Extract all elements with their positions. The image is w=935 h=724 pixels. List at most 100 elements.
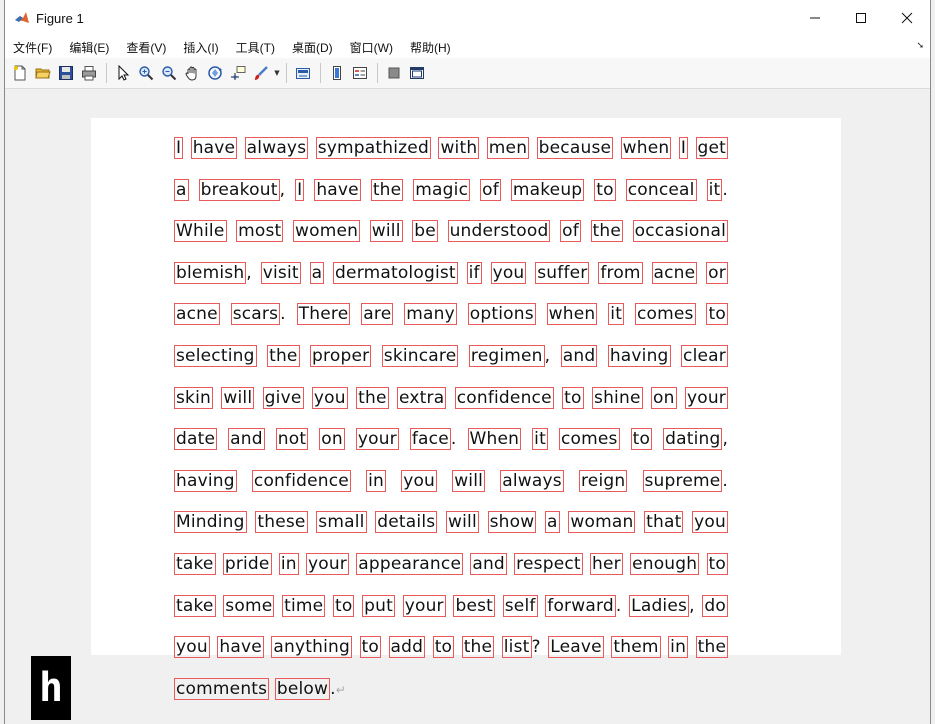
word-box: details <box>375 511 438 534</box>
word-box: be <box>412 220 438 243</box>
word-box: the <box>356 386 389 409</box>
word-box: in <box>278 552 299 575</box>
legend-button[interactable] <box>349 62 371 84</box>
print-button[interactable] <box>78 62 100 84</box>
word-box: I <box>678 137 689 159</box>
toolbar-separator <box>286 63 287 83</box>
title-bar[interactable]: Figure 1 <box>5 0 930 36</box>
word-box: add <box>388 636 426 659</box>
menu-desktop[interactable]: 桌面(D) <box>292 39 333 56</box>
word-box: Minding <box>174 511 247 534</box>
brush-button[interactable] <box>250 62 272 84</box>
word-box: to <box>594 178 616 201</box>
word-box: and <box>470 552 507 575</box>
word-box: your <box>684 386 728 409</box>
word-box: give <box>262 386 304 409</box>
word-box: of <box>480 178 501 201</box>
word-box: understood <box>447 220 551 243</box>
punctuation: . <box>615 595 622 616</box>
punctuation: , <box>722 429 729 450</box>
link-plot-button[interactable] <box>292 62 314 84</box>
word-box: to <box>359 636 382 659</box>
word-box: self <box>502 594 538 617</box>
word-box: skin <box>174 386 213 409</box>
word-box: have <box>217 636 264 659</box>
word-box: enough <box>630 552 700 575</box>
word-box: pride <box>222 552 272 575</box>
zoom-in-icon <box>139 66 154 81</box>
punctuation: , <box>544 345 551 366</box>
word-box: when <box>546 303 598 326</box>
word-box: best <box>453 594 496 617</box>
word-box: Leave <box>548 636 604 659</box>
word-box: it <box>532 428 548 451</box>
word-box: the <box>461 636 495 659</box>
zoom-out-button[interactable] <box>158 62 180 84</box>
maximize-icon <box>856 13 866 23</box>
word-box: take <box>174 594 216 617</box>
new-figure-button[interactable] <box>9 62 31 84</box>
menu-view[interactable]: 查看(V) <box>126 39 166 56</box>
minimize-button[interactable] <box>792 0 838 36</box>
figure-axes[interactable]: I have always sympathized with men becau… <box>91 118 841 700</box>
open-file-button[interactable] <box>32 62 54 84</box>
word-box: date <box>174 428 218 451</box>
word-box: it <box>706 178 723 201</box>
rotate-3d-button[interactable] <box>204 62 226 84</box>
hide-plot-tools-button[interactable] <box>383 62 405 84</box>
word-box: When <box>467 428 522 451</box>
menu-file[interactable]: 文件(F) <box>13 39 52 56</box>
word-box: take <box>174 552 216 575</box>
word-box: with <box>438 137 480 159</box>
word-box: dating <box>663 428 723 451</box>
punctuation: . <box>450 429 457 450</box>
brush-icon <box>255 66 268 80</box>
menu-insert[interactable]: 插入(I) <box>183 39 218 56</box>
logo-letter: h <box>38 665 64 711</box>
pan-button[interactable] <box>181 62 203 84</box>
word-box: comes <box>558 428 620 451</box>
word-box: you <box>174 636 210 659</box>
show-plot-tools-button[interactable] <box>406 62 428 84</box>
word-box: most <box>236 220 284 243</box>
word-box: it <box>608 303 625 326</box>
word-box: have <box>190 137 238 159</box>
punctuation: , <box>279 179 286 200</box>
word-box: many <box>404 303 457 326</box>
menu-window[interactable]: 窗口(W) <box>350 39 393 56</box>
brush-dropdown-icon[interactable]: ▼ <box>273 69 281 77</box>
pointer-button[interactable] <box>112 62 134 84</box>
word-box: a <box>545 511 560 534</box>
word-box: makeup <box>510 178 585 201</box>
menu-edit[interactable]: 编辑(E) <box>69 39 109 56</box>
word-box: to <box>333 594 355 617</box>
word-box: get <box>695 137 729 159</box>
dock-arrow-icon[interactable]: ➘ <box>916 41 924 51</box>
word-box: when <box>620 137 672 159</box>
data-cursor-button[interactable] <box>227 62 249 84</box>
paragraph-mark: ↵ <box>335 682 346 697</box>
menu-tools[interactable]: 工具(T) <box>236 39 275 56</box>
close-button[interactable] <box>884 0 930 36</box>
word-box: There <box>296 303 351 326</box>
word-box: that <box>644 511 684 534</box>
colorbar-button[interactable] <box>326 62 348 84</box>
zoom-in-button[interactable] <box>135 62 157 84</box>
word-box: having <box>174 469 237 492</box>
punctuation: , <box>246 262 252 283</box>
menu-help[interactable]: 帮助(H) <box>410 39 451 56</box>
new-figure-icon <box>14 65 26 81</box>
word-box: or <box>706 261 728 284</box>
word-box: do <box>702 594 728 617</box>
word-box: anything <box>271 636 353 659</box>
word-box: forward <box>545 594 616 617</box>
print-icon <box>82 66 96 81</box>
save-button[interactable] <box>55 62 77 84</box>
minimize-icon <box>810 17 820 19</box>
word-box: small <box>316 511 367 534</box>
word-box: will <box>452 469 486 492</box>
word-box: your <box>402 594 446 617</box>
word-box: of <box>560 220 581 243</box>
word-box: women <box>293 220 361 243</box>
maximize-button[interactable] <box>838 0 884 36</box>
